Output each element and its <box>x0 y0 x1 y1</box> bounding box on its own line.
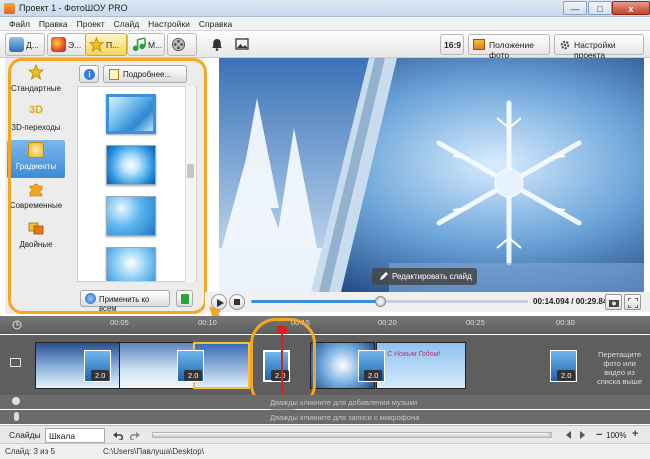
project-settings-button[interactable]: Настройки проекта <box>554 34 644 60</box>
fullscreen-icon <box>628 298 638 308</box>
status-slide: Слайд: 3 из 5 <box>5 447 55 456</box>
tab-transitions[interactable]: П... <box>85 33 127 56</box>
tick-label: 00:25 <box>466 318 485 327</box>
clock-icon <box>12 320 22 330</box>
duration-label: 2.0 <box>91 370 110 381</box>
tick-label: 00:10 <box>198 318 217 327</box>
menu-bar: Файл Правка Проект Слайд Настройки Справ… <box>0 17 650 31</box>
tab-screensavers[interactable] <box>167 33 197 56</box>
duration-label: 2.0 <box>364 370 383 381</box>
film-reel-icon <box>171 37 186 52</box>
music-icon <box>132 37 146 52</box>
tab-effects[interactable]: Э... <box>47 33 87 56</box>
scroll-left-icon[interactable] <box>565 431 573 439</box>
seek-handle[interactable] <box>375 296 386 307</box>
slide-5[interactable]: С Новым Годом! <box>376 342 466 389</box>
duration-label: 2.0 <box>184 370 203 381</box>
tab-photos[interactable]: Д... <box>5 33 45 56</box>
close-button[interactable]: x <box>612 1 650 15</box>
app-icon <box>4 3 15 14</box>
preview-image <box>219 58 644 292</box>
photo-position-button[interactable]: Положение фото <box>468 34 550 60</box>
gear-icon <box>560 40 570 50</box>
seek-progress <box>251 300 380 303</box>
highlight-frame <box>8 58 207 314</box>
tick-label: 00:30 <box>556 318 575 327</box>
status-bar: Слайд: 3 из 5 C:\Users\Павлуша\Desktop\ <box>0 443 650 459</box>
image-icon[interactable] <box>235 37 249 51</box>
zoom-in-icon[interactable]: + <box>632 428 638 440</box>
slides-track-icon <box>10 358 21 367</box>
camera-icon <box>609 300 619 307</box>
edit-slide-button[interactable]: Редактировать слайд <box>372 268 477 285</box>
undo-icon[interactable] <box>113 430 125 440</box>
pencil-icon <box>380 272 388 280</box>
menu-edit[interactable]: Правка <box>39 19 68 29</box>
microphone-icon <box>14 412 19 421</box>
scrollbar-thumb[interactable] <box>153 433 548 437</box>
speaker-icon <box>12 397 20 405</box>
menu-file[interactable]: Файл <box>9 19 30 29</box>
slide-caption: С Новым Годом! <box>387 351 441 358</box>
duration-label: 2.0 <box>557 370 576 381</box>
minimize-button[interactable]: — <box>563 1 587 15</box>
bottom-bar: Слайды Шкала времени − 100% + <box>0 425 650 451</box>
voice-track[interactable]: Дважды кликните для записи с микрофона <box>0 410 650 424</box>
time-current: 00:14.094 <box>533 297 570 306</box>
tab-music[interactable]: М... <box>127 33 165 56</box>
bell-icon[interactable] <box>211 38 223 51</box>
tab-timeline[interactable]: Шкала времени <box>45 428 105 451</box>
tick-label: 00:20 <box>378 318 397 327</box>
snapshot-button[interactable] <box>605 294 622 310</box>
menu-project[interactable]: Проект <box>77 19 105 29</box>
drop-hint: Перетащите фото или видео из списка выше <box>596 350 642 386</box>
slide-preview <box>219 58 644 292</box>
toolbar: Д... Э... П... М... 16:9 Положение фото … <box>0 31 650 60</box>
tab-slides[interactable]: Слайды <box>6 429 42 442</box>
status-path: C:\Users\Павлуша\Desktop\ <box>103 447 204 456</box>
menu-help[interactable]: Справка <box>199 19 232 29</box>
zoom-level: 100% <box>606 431 627 440</box>
redo-icon[interactable] <box>128 430 140 440</box>
palette-icon <box>51 37 66 52</box>
photo-position-icon <box>473 39 485 50</box>
aspect-ratio-button[interactable]: 16:9 <box>440 34 464 55</box>
horizontal-scrollbar[interactable] <box>152 432 552 438</box>
star-icon <box>89 37 104 52</box>
photo-icon <box>9 37 24 52</box>
maximize-button[interactable]: □ <box>588 1 612 15</box>
menu-slide[interactable]: Слайд <box>114 19 140 29</box>
zoom-out-icon[interactable]: − <box>596 429 602 441</box>
tick-label: 00:05 <box>110 318 129 327</box>
window-title: Проект 1 - ФотоШОУ PRO <box>19 3 128 13</box>
music-track[interactable]: Дважды кликните для добавления музыки <box>0 395 650 409</box>
title-bar: Проект 1 - ФотоШОУ PRO — □ x <box>0 0 650 17</box>
fullscreen-button[interactable] <box>624 294 641 310</box>
scroll-right-icon[interactable] <box>578 431 586 439</box>
timeline-ruler[interactable]: 00:05 00:10 00:15 00:20 00:25 00:30 <box>0 316 650 334</box>
menu-settings[interactable]: Настройки <box>148 19 190 29</box>
